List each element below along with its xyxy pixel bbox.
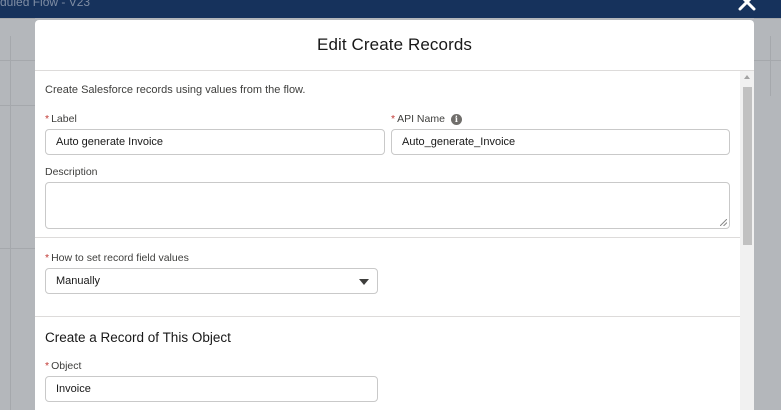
api-name-label-text: API Name: [397, 113, 445, 125]
section-divider: [35, 316, 740, 317]
how-to-set-label: * How to set record field values: [45, 252, 189, 264]
modal-title: Edit Create Records: [317, 35, 472, 54]
api-name-input[interactable]: Auto_generate_Invoice: [391, 129, 730, 155]
intro-text: Create Salesforce records using values f…: [45, 84, 306, 96]
required-marker: *: [45, 113, 50, 125]
label-input-value: Auto generate Invoice: [56, 136, 164, 148]
api-name-input-value: Auto_generate_Invoice: [402, 136, 516, 148]
description-label-text: Description: [45, 166, 98, 178]
label-field-label-text: Label: [51, 113, 77, 125]
info-icon[interactable]: i: [450, 113, 462, 125]
object-field-label: * Object: [45, 360, 81, 372]
modal-header: Edit Create Records: [35, 20, 754, 71]
required-marker: *: [45, 252, 50, 264]
label-input[interactable]: Auto generate Invoice: [45, 129, 385, 155]
close-icon[interactable]: [737, 0, 757, 12]
section-title: Create a Record of This Object: [45, 330, 231, 345]
scroll-up-icon[interactable]: [744, 75, 750, 79]
object-input-value: Invoice: [56, 383, 91, 395]
object-input[interactable]: Invoice: [45, 376, 378, 402]
resize-handle-icon[interactable]: [720, 219, 727, 226]
modal-body: Create Salesforce records using values f…: [35, 71, 740, 410]
required-marker: *: [391, 113, 396, 125]
object-label-text: Object: [51, 360, 82, 372]
section-divider: [35, 237, 740, 238]
chevron-down-icon: [359, 279, 369, 285]
api-name-field-label: * API Name i: [391, 113, 462, 125]
edit-create-records-modal: Edit Create Records Create Salesforce re…: [35, 20, 754, 410]
how-to-set-label-text: How to set record field values: [51, 252, 189, 264]
modal-scrollbar[interactable]: [740, 71, 754, 410]
required-marker: *: [45, 360, 50, 372]
description-textarea[interactable]: [45, 182, 730, 229]
app-header-bar: duled Flow - V23: [0, 0, 781, 18]
label-field-label: * Label: [45, 113, 77, 125]
description-field-label: Description: [45, 166, 98, 178]
app-title: duled Flow - V23: [0, 0, 91, 9]
scroll-thumb[interactable]: [743, 87, 752, 245]
how-to-set-selected: Manually: [56, 275, 101, 287]
how-to-set-select[interactable]: Manually: [45, 268, 378, 294]
